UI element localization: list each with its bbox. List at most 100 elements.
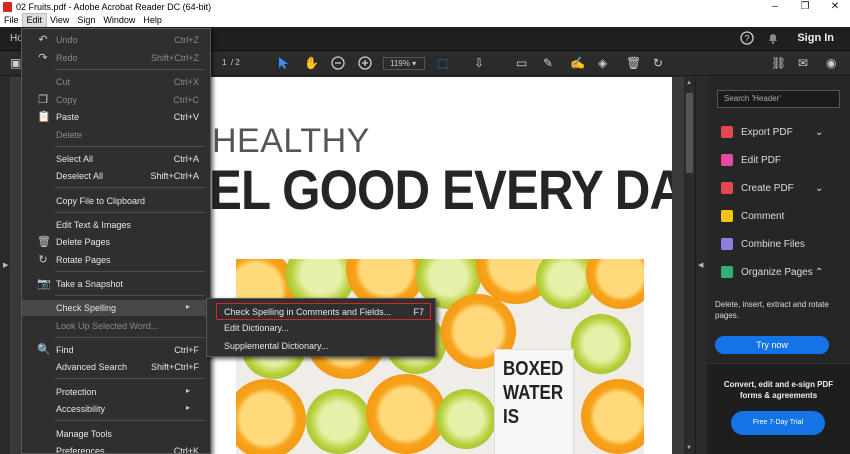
menu-delete[interactable]: Delete xyxy=(22,127,210,143)
select-arrow-icon[interactable] xyxy=(277,56,289,70)
menu-copy-file-to-clipboard[interactable]: Copy File to Clipboard xyxy=(22,193,210,209)
menu-separator xyxy=(55,187,205,188)
tools-search-input[interactable]: Search 'Header' xyxy=(717,90,840,108)
zoom-in-icon[interactable] xyxy=(358,56,372,70)
menu-look-up-word[interactable]: Look Up Selected Word... xyxy=(22,318,210,334)
chevron-down-icon[interactable]: ⌄ xyxy=(815,183,823,194)
orange-slice xyxy=(581,379,644,454)
page-number-field[interactable]: 1 / 2 xyxy=(222,58,240,67)
menu-protection[interactable]: Protection ▸ xyxy=(22,384,210,400)
try-now-button[interactable]: Try now xyxy=(715,336,829,354)
window-title: 02 Fruits.pdf - Adobe Acrobat Reader DC … xyxy=(16,2,212,12)
tool-label: Comment xyxy=(741,210,785,222)
svg-text:?: ? xyxy=(744,34,749,44)
trash-icon[interactable]: 🗑 xyxy=(626,56,641,70)
highlight-pen-icon[interactable]: ✎ xyxy=(543,56,553,70)
menu-manage-tools[interactable]: Manage Tools xyxy=(22,426,210,442)
minimize-button[interactable]: – xyxy=(760,0,790,14)
menu-separator xyxy=(55,378,205,379)
link-icon[interactable]: ⛓ xyxy=(771,56,786,70)
zoom-out-icon[interactable] xyxy=(331,56,345,70)
sign-pen-icon[interactable]: ✍ xyxy=(570,56,585,70)
tool-export-pdf[interactable]: Export PDF ⌄ xyxy=(721,124,823,140)
camera-icon: 📷 xyxy=(37,278,51,290)
restore-button[interactable]: ❐ xyxy=(790,0,820,14)
save-icon[interactable]: ▣ xyxy=(10,56,21,70)
menu-separator xyxy=(55,212,205,213)
menu-copy[interactable]: ❐ Copy Ctrl+C xyxy=(22,92,210,108)
menu-select-all[interactable]: Select All Ctrl+A xyxy=(22,151,210,167)
submenu-edit-dictionary[interactable]: Edit Dictionary... xyxy=(224,323,289,333)
page-current: 1 xyxy=(222,58,227,67)
submenu-check-spelling-comments[interactable]: Check Spelling in Comments and Fields...… xyxy=(216,303,431,320)
menu-rotate-pages[interactable]: ↻ Rotate Pages xyxy=(22,252,210,268)
account-add-icon[interactable]: ◉ xyxy=(826,56,836,70)
submenu-supplemental-dictionary[interactable]: Supplemental Dictionary... xyxy=(224,341,328,351)
menu-help[interactable]: Help xyxy=(139,14,166,27)
zoom-level-field[interactable]: 119% ▾ xyxy=(383,57,425,70)
menu-take-snapshot[interactable]: 📷 Take a Snapshot xyxy=(22,276,210,292)
hand-icon[interactable]: ✋ xyxy=(304,56,319,70)
tool-combine-files[interactable]: Combine Files xyxy=(721,236,805,252)
menu-edit[interactable]: Edit xyxy=(21,13,48,28)
menu-check-spelling[interactable]: Check Spelling ▸ xyxy=(22,300,210,316)
tool-comment[interactable]: Comment xyxy=(721,208,784,224)
rotate-icon[interactable]: ↻ xyxy=(653,56,663,70)
left-panel-strip: ▶ xyxy=(0,77,10,454)
menu-paste[interactable]: 📋 Paste Ctrl+V xyxy=(22,109,210,125)
orange-slice xyxy=(366,374,446,454)
scroll-up-icon[interactable]: ▲ xyxy=(686,80,692,86)
menu-separator xyxy=(55,146,205,147)
tool-label: Create PDF xyxy=(741,182,794,194)
comment-tool-icon xyxy=(721,210,733,222)
promo-text: Convert, edit and e-sign PDF forms & agr… xyxy=(723,380,834,400)
export-pdf-icon xyxy=(721,126,733,138)
close-button[interactable]: ✕ xyxy=(820,0,850,14)
menu-window[interactable]: Window xyxy=(99,14,139,27)
comment-icon[interactable]: ▭ xyxy=(516,56,527,70)
menu-separator xyxy=(55,271,205,272)
menu-bar: File Edit View Sign Window Help xyxy=(0,13,850,28)
menu-accessibility[interactable]: Accessibility ▸ xyxy=(22,401,210,417)
menu-sign[interactable]: Sign xyxy=(73,14,99,27)
chevron-up-icon[interactable]: ⌃ xyxy=(815,267,823,278)
free-trial-button[interactable]: Free 7-Day Trial xyxy=(731,411,825,435)
menu-undo[interactable]: ↶ Undo Ctrl+Z xyxy=(22,32,210,48)
stamp-icon[interactable]: ◈ xyxy=(598,56,607,70)
menu-find[interactable]: 🔍 Find Ctrl+F xyxy=(22,342,210,358)
edit-menu-dropdown: ↶ Undo Ctrl+Z ↷ Redo Shift+Ctrl+Z Cut Ctrl+X … xyxy=(21,28,211,454)
scroll-mode-icon[interactable]: ⇩ xyxy=(474,56,484,70)
combine-files-icon xyxy=(721,238,733,250)
menu-cut[interactable]: Cut Ctrl+X xyxy=(22,74,210,90)
vertical-scrollbar[interactable]: ▲ ▼ xyxy=(684,77,695,454)
chevron-down-icon[interactable]: ⌄ xyxy=(815,127,823,138)
acrobat-app-icon xyxy=(3,2,12,12)
marquee-zoom-icon[interactable]: ⬚ xyxy=(437,56,448,70)
bell-icon[interactable] xyxy=(766,31,780,45)
carton-text-line: WATER xyxy=(503,382,564,404)
chevron-down-icon: ▾ xyxy=(412,59,417,68)
help-icon[interactable]: ? xyxy=(740,31,754,45)
search-icon: 🔍 xyxy=(37,344,51,356)
tool-create-pdf[interactable]: Create PDF ⌄ xyxy=(721,180,823,196)
menu-edit-text-images[interactable]: Edit Text & Images xyxy=(22,217,210,233)
menu-preferences[interactable]: Preferences... Ctrl+K xyxy=(22,443,210,453)
scroll-down-icon[interactable]: ▼ xyxy=(686,445,692,451)
menu-advanced-search[interactable]: Advanced Search Shift+Ctrl+F xyxy=(22,359,210,375)
tool-organize-pages[interactable]: Organize Pages ⌃ xyxy=(721,264,823,280)
menu-view[interactable]: View xyxy=(46,14,73,27)
menu-file[interactable]: File xyxy=(0,14,23,27)
headline-big: EL GOOD EVERY DAY xyxy=(209,158,672,221)
mail-icon[interactable]: ✉ xyxy=(798,56,808,70)
scroll-thumb[interactable] xyxy=(686,93,693,173)
menu-delete-pages[interactable]: 🗑 Delete Pages xyxy=(22,234,210,250)
expand-left-panel-icon[interactable]: ▶ xyxy=(3,261,8,269)
sign-in-button[interactable]: Sign In xyxy=(797,32,834,44)
title-bar: 02 Fruits.pdf - Adobe Acrobat Reader DC … xyxy=(0,0,850,14)
collapse-right-pane-icon[interactable]: ◀ xyxy=(698,261,703,269)
tool-label: Organize Pages xyxy=(741,266,813,278)
tool-edit-pdf[interactable]: Edit PDF xyxy=(721,152,781,168)
create-pdf-icon xyxy=(721,182,733,194)
menu-deselect-all[interactable]: Deselect All Shift+Ctrl+A xyxy=(22,168,210,184)
menu-redo[interactable]: ↷ Redo Shift+Ctrl+Z xyxy=(22,50,210,66)
